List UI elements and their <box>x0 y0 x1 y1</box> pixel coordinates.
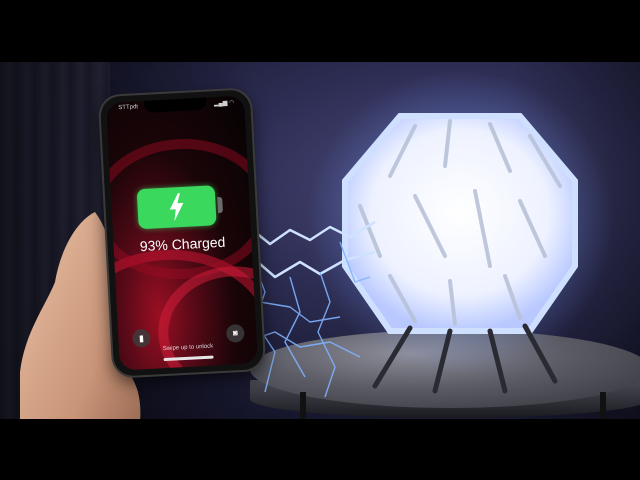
lock-screen: STTpdt ▂▄▆ ◠ 93% Charged ▮ ◙ Swipe up to… <box>106 95 258 371</box>
phone: STTpdt ▂▄▆ ◠ 93% Charged ▮ ◙ Swipe up to… <box>99 89 265 377</box>
photo <box>0 62 640 419</box>
letterbox-top <box>0 0 640 62</box>
battery-indicator <box>136 185 217 230</box>
battery-cap <box>217 196 224 214</box>
carrier-label: STTpdt <box>118 104 139 112</box>
lightning-bolt-icon <box>169 193 184 222</box>
table-leg <box>600 392 606 419</box>
scene: STTpdt ▂▄▆ ◠ 93% Charged ▮ ◙ Swipe up to… <box>0 0 640 480</box>
phone-notch <box>144 97 207 113</box>
letterbox-bottom <box>0 419 640 480</box>
status-icons: ▂▄▆ ◠ <box>213 100 235 108</box>
